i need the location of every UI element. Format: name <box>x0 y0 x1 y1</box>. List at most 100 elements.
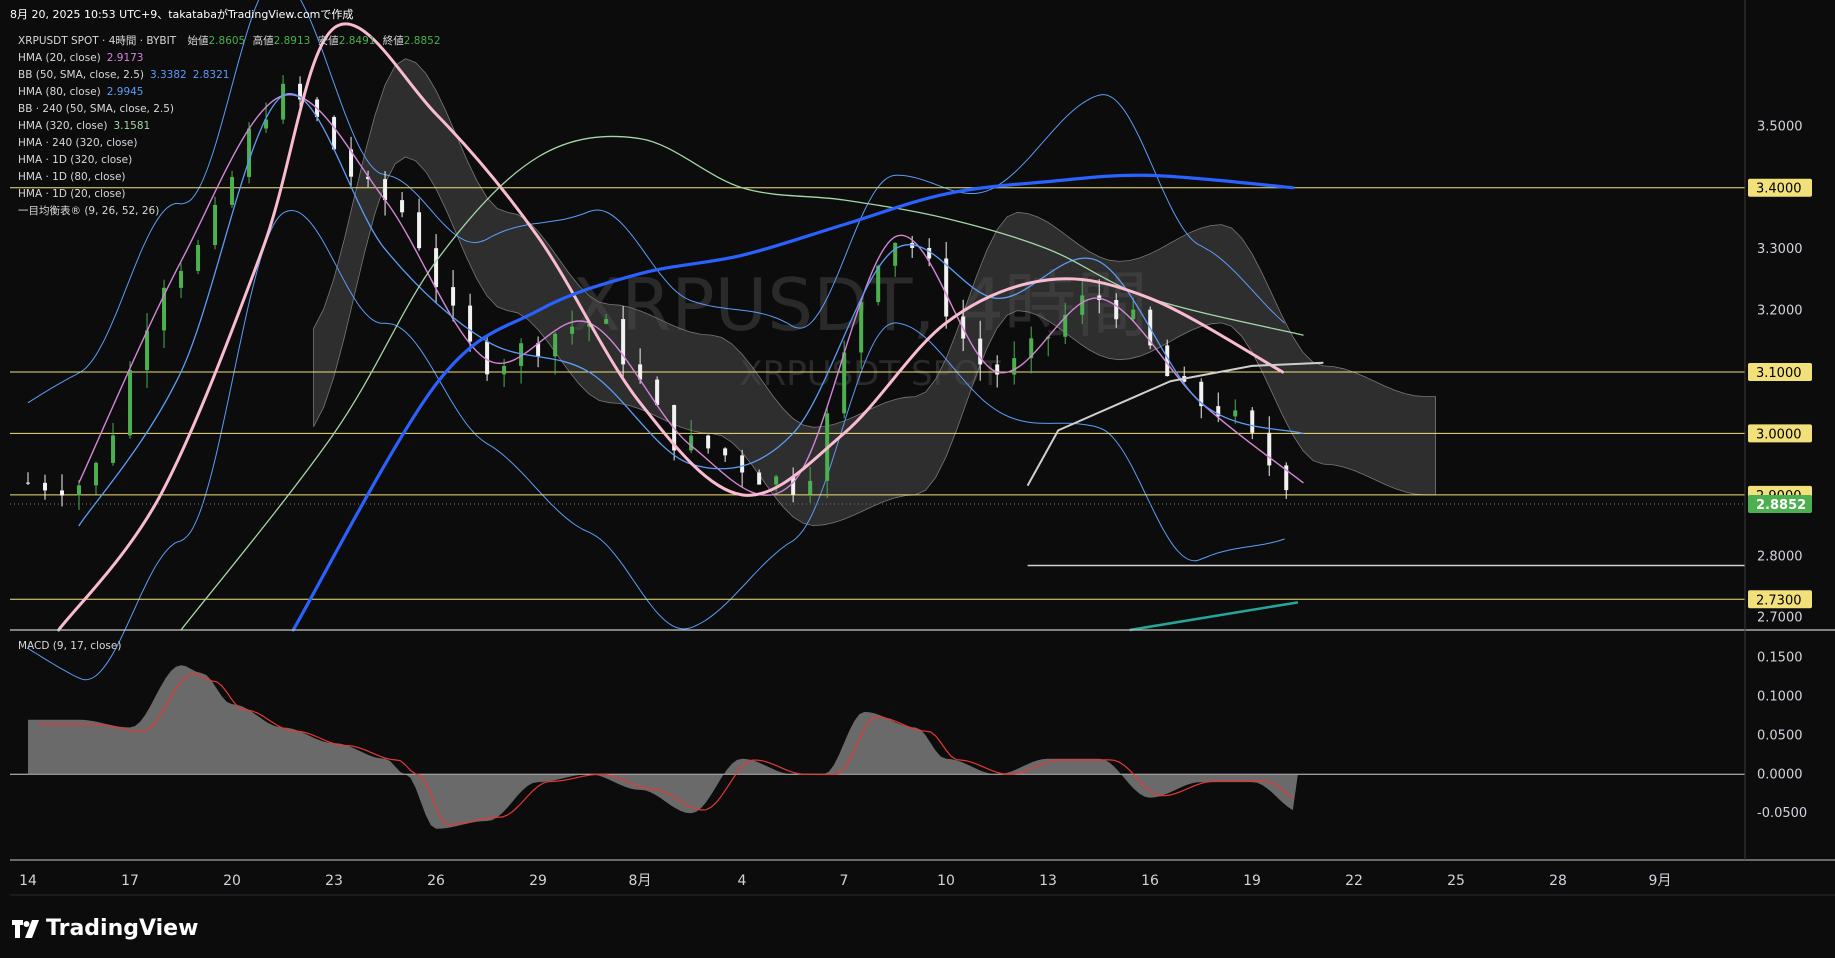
legend-row-label: HMA (320, close) <box>18 120 108 132</box>
candle-body <box>859 302 864 353</box>
candle-body <box>43 482 48 491</box>
candle-body <box>723 448 728 456</box>
legend-open-label: 始値 <box>187 35 209 47</box>
candle-body <box>77 485 82 496</box>
x-tick-label: 19 <box>1243 873 1261 889</box>
legend-row-value: 3.3382 <box>149 69 187 81</box>
x-tick-label: 20 <box>223 873 241 889</box>
candle-body <box>502 365 507 375</box>
x-tick-label: 10 <box>937 873 955 889</box>
legend-low: 2.8491 <box>338 35 376 47</box>
x-tick-label: 14 <box>19 873 37 889</box>
candle-body <box>740 455 745 473</box>
legend-row-label: HMA (80, close) <box>18 86 101 98</box>
candle-body <box>774 476 779 485</box>
y-tick-label: 3.2000 <box>1757 304 1803 319</box>
legend-row-label: HMA (20, close) <box>18 52 101 64</box>
legend-row-label: BB · 240 (50, SMA, close, 2.5) <box>18 103 175 115</box>
y-tick-label: 3.5000 <box>1757 119 1803 134</box>
legend-row-value: 2.9945 <box>106 86 144 98</box>
candle-body <box>808 480 813 495</box>
price-badge-label: 2.7300 <box>1756 593 1802 608</box>
candle-body <box>94 462 99 486</box>
candle-body <box>179 270 184 288</box>
candle-body <box>434 248 439 288</box>
legend-row-label: BB (50, SMA, close, 2.5) <box>18 69 144 81</box>
y-tick-label: 2.7000 <box>1757 611 1803 626</box>
x-tick-label: 9月 <box>1649 873 1672 889</box>
price-badge-label: 3.1000 <box>1756 366 1802 381</box>
tradingview-logo[interactable]: TradingView <box>12 916 198 941</box>
candle-body <box>485 341 490 375</box>
macd-tick-label: 0.0000 <box>1757 767 1803 782</box>
x-tick-label: 13 <box>1039 873 1057 889</box>
legend-row: BB (50, SMA, close, 2.5) 3.3382 2.8321 <box>18 67 441 84</box>
brand-label: TradingView <box>46 916 199 941</box>
legend-row-label: HMA · 240 (320, close) <box>18 137 138 149</box>
macd-tick-label: 0.0500 <box>1757 728 1803 743</box>
candle-body <box>604 319 609 324</box>
price-badge-label: 3.0000 <box>1756 427 1802 442</box>
macd-legend: MACD (9, 17, close) <box>18 640 122 652</box>
legend-title-row: XRPUSDT SPOT · 4時間 · BYBIT 始値2.8605 高値2.… <box>18 33 441 50</box>
y-tick-label: 2.8000 <box>1757 549 1803 564</box>
candle-body <box>128 370 133 436</box>
x-tick-label: 23 <box>325 873 343 889</box>
legend-high: 2.8913 <box>273 35 311 47</box>
legend-row-label: 一目均衡表® (9, 26, 52, 26) <box>18 205 160 217</box>
x-tick-label: 7 <box>840 873 849 889</box>
legend-title: XRPUSDT SPOT · 4時間 · BYBIT <box>18 35 177 47</box>
candle-body <box>468 305 473 342</box>
legend-row-value2: 2.8321 <box>192 69 230 81</box>
x-tick-label: 25 <box>1447 873 1465 889</box>
candle-body <box>1233 410 1238 417</box>
candle-body <box>978 338 983 365</box>
price-badge-label: 2.8852 <box>1756 498 1806 513</box>
legend-low-label: 安値 <box>317 35 339 47</box>
legend-open: 2.8605 <box>208 35 246 47</box>
tradingview-logo-icon <box>12 919 39 938</box>
x-tick-label: 26 <box>427 873 445 889</box>
x-tick-label: 17 <box>121 873 139 889</box>
legend-row-label: HMA · 1D (20, close) <box>18 188 126 200</box>
legend-row: HMA (320, close) 3.1581 <box>18 118 441 135</box>
price-badge-label: 3.4000 <box>1756 182 1802 197</box>
candle-body <box>757 472 762 485</box>
candle-body <box>893 242 898 266</box>
macd-tick-label: 0.1500 <box>1757 650 1803 665</box>
x-tick-label: 16 <box>1141 873 1159 889</box>
macd-tick-label: -0.0500 <box>1757 806 1807 821</box>
legend-row: HMA (80, close) 2.9945 <box>18 84 441 101</box>
legend-row-label: HMA · 1D (80, close) <box>18 171 126 183</box>
candle-body <box>1080 295 1085 315</box>
legend-row: HMA · 1D (80, close) <box>18 169 441 186</box>
x-tick-label: 8月 <box>629 873 652 889</box>
candle-body <box>1250 410 1255 433</box>
x-tick-label: 28 <box>1549 873 1567 889</box>
candle-body <box>570 326 575 334</box>
candle-body <box>196 244 201 271</box>
legend-row: HMA (20, close) 2.9173 <box>18 50 441 67</box>
snapshot-caption: 8月 20, 2025 10:53 UTC+9、takatabaがTrading… <box>10 8 354 21</box>
candle-body <box>944 258 949 317</box>
x-tick-label: 4 <box>738 873 747 889</box>
candle-body <box>1114 300 1119 320</box>
y-tick-label: 3.3000 <box>1757 242 1803 257</box>
candle-body <box>451 287 456 306</box>
legend-high-label: 高値 <box>252 35 274 47</box>
legend-row: BB · 240 (50, SMA, close, 2.5) <box>18 101 441 118</box>
macd-tick-label: 0.1000 <box>1757 689 1803 704</box>
candle-body <box>1267 432 1272 466</box>
legend-row: HMA · 1D (20, close) <box>18 186 441 203</box>
candle-body <box>60 490 65 496</box>
legend-row-value: 2.9173 <box>106 52 144 64</box>
legend-row: 一目均衡表® (9, 26, 52, 26) <box>18 203 441 220</box>
legend-row-label: HMA · 1D (320, close) <box>18 154 133 166</box>
legend-close: 2.8852 <box>403 35 441 47</box>
candle-body <box>111 435 116 463</box>
candle-body <box>1012 358 1017 375</box>
candle-body <box>26 482 30 484</box>
candle-body <box>689 435 694 451</box>
legend-rows: HMA (20, close) 2.9173 BB (50, SMA, close,… <box>18 50 441 220</box>
candle-body <box>655 379 660 406</box>
